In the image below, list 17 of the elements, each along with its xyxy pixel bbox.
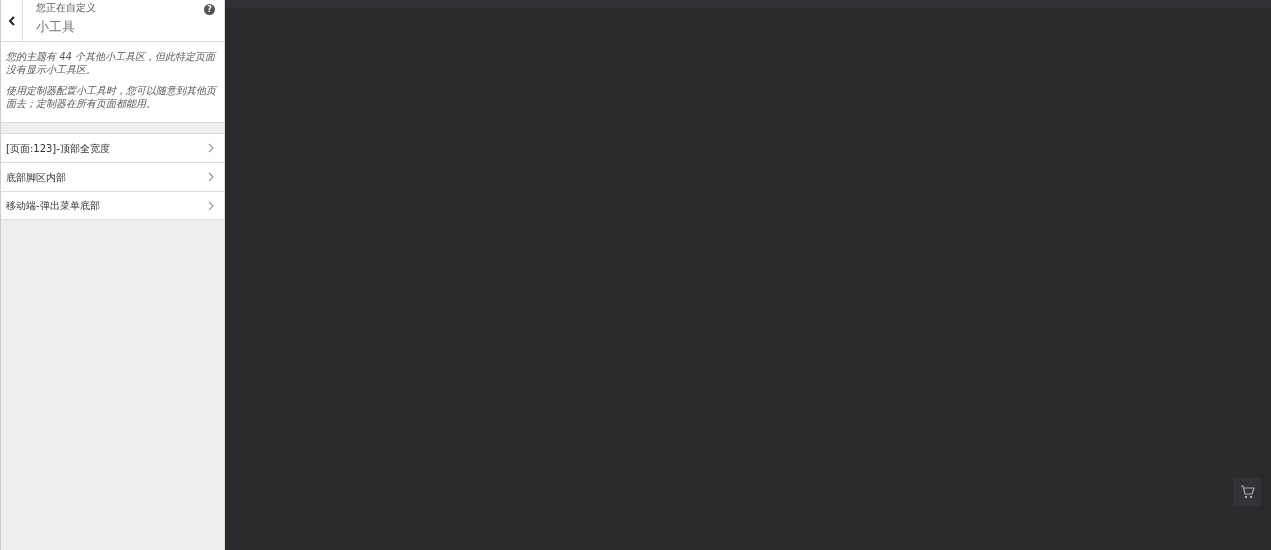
widget-area-label: 底部脚区内部 — [6, 170, 66, 185]
widget-area-item[interactable]: 底部脚区内部 — [1, 162, 224, 191]
cart-button[interactable] — [1233, 478, 1261, 506]
chevron-right-icon — [208, 143, 214, 153]
widget-area-label: [页面:123]-顶部全宽度 — [6, 141, 110, 156]
notice-text: 您的主题有 44 个其他小工具区，但此特定页面没有显示小工具区。 — [6, 50, 218, 76]
widget-area-item[interactable]: [页面:123]-顶部全宽度 — [1, 133, 224, 162]
customizing-label: 您正在自定义 — [36, 2, 96, 14]
cart-icon — [1239, 485, 1255, 499]
widget-area-item[interactable]: 移动端-弹出菜单底部 — [1, 191, 224, 220]
chevron-right-icon — [208, 172, 214, 182]
help-button[interactable]: ? — [204, 4, 215, 15]
panel-title: 小工具 — [36, 19, 75, 35]
widget-area-label: 移动端-弹出菜单底部 — [6, 199, 100, 213]
back-chevron-icon — [8, 15, 15, 26]
chevron-right-icon — [208, 200, 214, 211]
notice-text: 使用定制器配置小工具时，您可以随意到其他页面去；定制器在所有页面都能用。 — [6, 84, 219, 110]
